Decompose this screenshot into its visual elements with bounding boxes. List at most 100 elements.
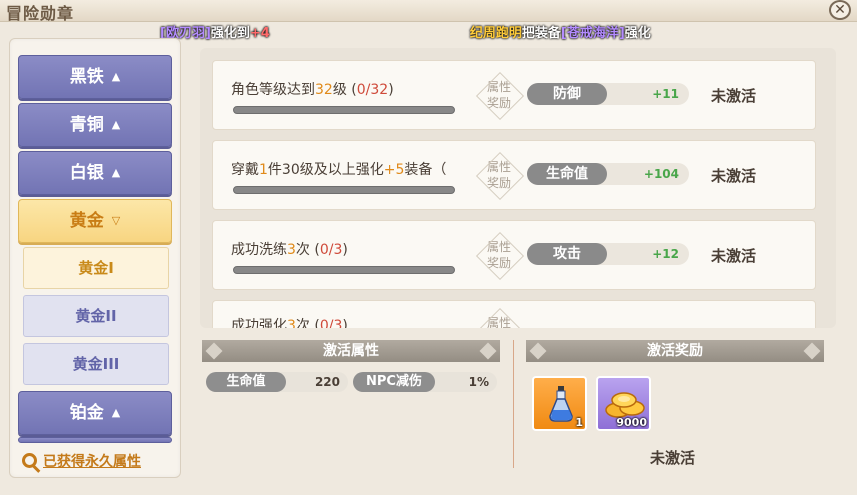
title-text: 成功洗练 xyxy=(231,242,287,258)
reward-label-line: 奖励 xyxy=(486,96,511,110)
stat-hp: 生命值 220 xyxy=(206,372,348,392)
attribute-bonus: +104 xyxy=(643,167,679,181)
stat-name: NPC减伤 xyxy=(353,372,435,392)
tier-label: 铂金 xyxy=(69,403,104,423)
title-highlight: +5 xyxy=(383,162,405,178)
subtier-gold-1[interactable]: 黄金I xyxy=(23,247,169,289)
reward-status: 未激活 xyxy=(650,449,696,467)
diamond-ornament-icon xyxy=(803,342,821,360)
title-text: 装备（ xyxy=(404,162,447,178)
title-highlight: 1 xyxy=(259,162,268,178)
title-text: 次 ( xyxy=(295,242,320,258)
tier-iron[interactable]: 黑铁 ▲ xyxy=(18,55,172,99)
collapse-arrow-icon: ▽ xyxy=(111,214,121,227)
ticker-segment: 纪周跑明 xyxy=(469,26,522,41)
title-text: 级 ( xyxy=(332,82,357,98)
attribute-pill: 生命值 +104 xyxy=(527,163,689,185)
reward-label-line: 属性 xyxy=(486,316,511,328)
reward-label-line: 奖励 xyxy=(486,256,511,270)
expand-arrow-icon: ▲ xyxy=(111,118,121,131)
achievement-row: 成功洗练3次 (0/3) 属性奖励 攻击 +12 未激活 xyxy=(212,220,816,290)
progress-bar xyxy=(233,186,455,194)
achievement-title: 成功强化3次 (0/3) xyxy=(231,315,348,328)
reward-item-gold[interactable]: 9000 xyxy=(596,376,651,431)
achievement-row: 角色等级达到32级 (0/32) 属性奖励 防御 +11 未激活 xyxy=(212,60,816,130)
attribute-reward-label: 属性奖励 xyxy=(475,151,523,199)
attribute-name: 防御 xyxy=(527,83,607,105)
achievement-status: 未激活 xyxy=(711,167,757,185)
diamond-ornament-icon xyxy=(529,342,547,360)
title-text: ) xyxy=(342,318,348,328)
progress-count: 0/3 xyxy=(319,242,343,258)
header-label: 激活属性 xyxy=(323,343,379,359)
reward-label-line: 奖励 xyxy=(486,176,511,190)
reward-item-potion[interactable]: 1 xyxy=(532,376,587,431)
title-text: ) xyxy=(388,82,394,98)
gold-coins-icon xyxy=(605,392,645,418)
achievement-status: 未激活 xyxy=(711,247,757,265)
item-quantity: 9000 xyxy=(616,416,647,429)
title-text: 次 ( xyxy=(295,318,320,328)
attribute-pill: 攻击 +12 xyxy=(527,243,689,265)
progress-count: 0/32 xyxy=(356,82,389,98)
stat-value: 1% xyxy=(468,375,489,389)
tier-gold[interactable]: 黄金 ▽ xyxy=(18,199,172,243)
stat-value: 220 xyxy=(314,375,340,389)
reward-label-line: 属性 xyxy=(486,240,511,254)
broadcast-ticker: [欧刃羽]强化到+4 纪周跑明把装备[苍戒海洋]强化 xyxy=(160,22,720,41)
ticker-segment: 强化到 xyxy=(210,26,250,41)
subtier-gold-2[interactable]: 黄金II xyxy=(23,295,169,337)
progress-count: 0/3 xyxy=(319,318,343,328)
window-title: 冒险勋章 xyxy=(6,4,75,23)
attribute-name: 生命值 xyxy=(527,163,607,185)
progress-bar xyxy=(233,106,455,114)
attribute-bonus: +12 xyxy=(652,247,679,261)
attribute-pill: 防御 +11 xyxy=(527,83,689,105)
permanent-attributes-link[interactable]: 已获得永久属性 xyxy=(22,451,141,471)
expand-arrow-icon: ▲ xyxy=(111,166,121,179)
title-text: ) xyxy=(342,242,348,258)
tier-label: 白银 xyxy=(69,163,104,183)
achievement-title: 成功洗练3次 (0/3) xyxy=(231,239,348,259)
tier-sidebar: 黑铁 ▲ 青铜 ▲ 白银 ▲ 黄金 ▽ 黄金I 黄金II 黄金III 铂金 ▲ 已获得永久… xyxy=(9,38,181,478)
stat-npc-reduction: NPC减伤 1% xyxy=(353,372,497,392)
diamond-ornament-icon xyxy=(205,342,223,360)
activation-rewards-header: 激活奖励 xyxy=(526,340,824,362)
close-button[interactable]: ✕ xyxy=(829,0,851,20)
reward-label-line: 属性 xyxy=(486,160,511,174)
tier-platinum[interactable]: 铂金 ▲ xyxy=(18,391,172,435)
attribute-reward-label: 属性奖励 xyxy=(475,307,523,328)
progress-bar xyxy=(233,266,455,274)
header-label: 激活奖励 xyxy=(647,343,703,359)
title-highlight: 3 xyxy=(287,242,296,258)
title-bar: 冒险勋章 ✕ xyxy=(0,0,857,23)
subtier-gold-3[interactable]: 黄金III xyxy=(23,343,169,385)
tier-label: 黑铁 xyxy=(69,67,104,87)
magnifier-icon xyxy=(22,453,37,468)
expand-arrow-icon: ▲ xyxy=(111,406,121,419)
reward-label-line: 属性 xyxy=(486,80,511,94)
activation-attributes-header: 激活属性 xyxy=(202,340,500,362)
ticker-segment: 强化 xyxy=(624,26,651,41)
attribute-reward-label: 属性奖励 xyxy=(475,71,523,119)
tier-silver[interactable]: 白银 ▲ xyxy=(18,151,172,195)
title-text: 成功强化 xyxy=(231,318,287,328)
ticker-segment: [苍戒海洋] xyxy=(560,26,625,41)
expand-arrow-icon: ▲ xyxy=(111,70,121,83)
divider xyxy=(513,340,514,468)
attribute-name: 攻击 xyxy=(527,243,607,265)
title-highlight: 3 xyxy=(287,318,296,328)
ticker-segment: +4 xyxy=(249,26,270,41)
achievement-list[interactable]: 角色等级达到32级 (0/32) 属性 奖励 防御 +11 未激活 穿戴1件30级及… xyxy=(200,48,836,328)
achievement-status: 未激活 xyxy=(711,87,757,105)
achievement-row: 穿戴1件30级及以上强化+5装备（ 属性 奖励 生命值 +104 未激活 xyxy=(212,140,816,210)
tier-label: 青铜 xyxy=(69,115,104,135)
title-highlight: 32 xyxy=(315,82,333,98)
diamond-ornament-icon xyxy=(479,342,497,360)
title-text: 件30级及以上强化 xyxy=(267,162,384,178)
achievement-title: 角色等级达到32级 (0/32) xyxy=(231,79,394,99)
item-quantity: 1 xyxy=(575,416,583,429)
achievement-row: 成功强化3次 (0/3) 属性奖励 xyxy=(212,300,816,328)
title-text: 角色等级达到 xyxy=(231,82,315,98)
tier-bronze[interactable]: 青铜 ▲ xyxy=(18,103,172,147)
